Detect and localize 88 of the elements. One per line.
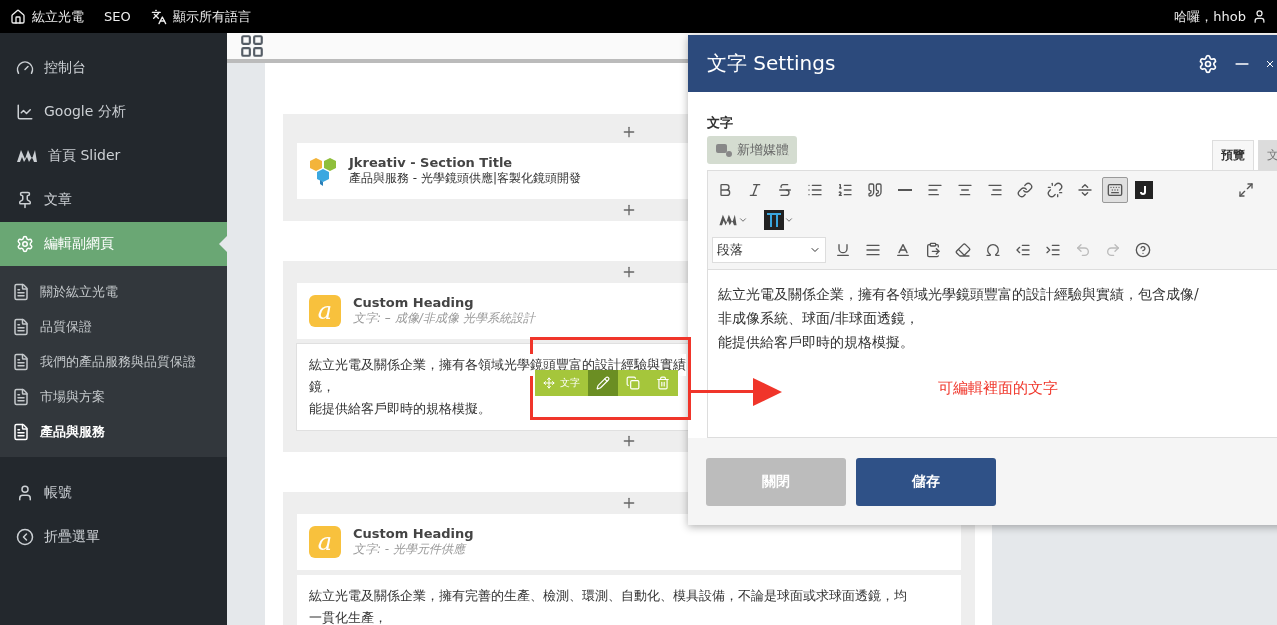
add-media-button[interactable]: 新增媒體 bbox=[707, 136, 797, 164]
toolbar-toggle-button[interactable] bbox=[1102, 177, 1128, 203]
sidebar-item[interactable]: 首頁 Slider bbox=[0, 134, 227, 178]
keyboard-icon bbox=[1107, 182, 1123, 198]
site-link[interactable]: 紘立光電 bbox=[10, 7, 84, 26]
save-button[interactable]: 儲存 bbox=[856, 457, 996, 506]
add-icon[interactable] bbox=[621, 264, 637, 280]
submenu-item[interactable]: 市場與方案 bbox=[0, 379, 227, 414]
sidebar-item[interactable]: 文章 bbox=[0, 178, 227, 222]
bullet-list-icon bbox=[807, 182, 823, 198]
format-select[interactable]: 段落 bbox=[712, 237, 826, 263]
bold-icon bbox=[717, 182, 733, 198]
strikethrough-icon bbox=[777, 182, 793, 198]
m-logo-icon bbox=[16, 149, 38, 163]
justify-icon bbox=[865, 242, 881, 258]
heading-logo: a bbox=[309, 295, 341, 327]
text-color-icon bbox=[895, 242, 911, 258]
italic-icon bbox=[747, 182, 763, 198]
align-center-icon bbox=[957, 182, 973, 198]
sidebar-item[interactable]: Google 分析 bbox=[0, 90, 227, 134]
eraser-icon bbox=[955, 242, 971, 258]
layout-icon[interactable] bbox=[239, 33, 265, 59]
indent-icon bbox=[1045, 242, 1061, 258]
help-icon bbox=[1135, 242, 1151, 258]
rich-text-editor[interactable]: 段落 紘立光電及關係企業，擁有各領域光學鏡頭豐富的設計經驗與實績，包含成像/ 非成像系統、球面/非球面透鏡， 能提供給客戶即時的規格模擬。 可編輯裡面的文字 bbox=[707, 170, 1277, 438]
cube-logo-icon bbox=[309, 155, 337, 187]
editor-text-line: 非成像系統、球面/非球面透鏡， bbox=[718, 309, 919, 328]
expand-icon bbox=[1238, 182, 1254, 198]
sidebar-item[interactable]: 帳號 bbox=[0, 471, 227, 515]
page-icon bbox=[12, 282, 30, 301]
media-icon bbox=[715, 142, 733, 158]
page-icon bbox=[12, 422, 30, 441]
edit-button[interactable] bbox=[588, 370, 618, 396]
undo-icon bbox=[1075, 242, 1091, 258]
element-name: Jkreativ - Section Title bbox=[349, 155, 514, 170]
element-subtitle: 文字: – 成像/非成像 光學系統設計 bbox=[353, 310, 535, 327]
text-element-card[interactable]: 紘立光電及關係企業，擁有完善的生產、檢測、環測、自動化、模具設備，不論是球面或求球面透鏡，均 一貫化生產， bbox=[297, 575, 961, 625]
redo-icon bbox=[1105, 242, 1121, 258]
read-more-icon bbox=[1077, 182, 1093, 198]
add-icon[interactable] bbox=[621, 202, 637, 218]
seo-link[interactable]: SEO bbox=[104, 9, 131, 24]
element-subtitle: 產品與服務 - 光學鏡頭供應|客製化鏡頭開發 bbox=[349, 170, 581, 187]
j-icon[interactable] bbox=[1135, 181, 1153, 199]
submenu-item[interactable]: 品質保證 bbox=[0, 309, 227, 344]
omega-icon bbox=[985, 242, 1001, 258]
pencil-icon bbox=[596, 376, 610, 390]
numbered-list-icon bbox=[837, 182, 853, 198]
heading-logo: a bbox=[309, 526, 341, 558]
translate-icon bbox=[150, 8, 167, 25]
outdent-icon bbox=[1015, 242, 1031, 258]
horizontal-line-icon bbox=[898, 189, 912, 191]
submenu-item[interactable]: 我們的產品服務與品質保證 bbox=[0, 344, 227, 379]
home-icon bbox=[10, 8, 26, 25]
element-subtitle: 文字: - 光學元件供應 bbox=[353, 541, 468, 558]
sidebar-item[interactable]: 折疊選單 bbox=[0, 515, 227, 559]
page-icon bbox=[12, 352, 30, 371]
link-icon bbox=[1017, 182, 1033, 198]
languages-link[interactable]: 顯示所有語言 bbox=[150, 7, 251, 26]
submenu-item[interactable]: 關於紘立光電 bbox=[0, 274, 227, 309]
field-label: 文字 bbox=[707, 114, 734, 132]
page-icon bbox=[12, 317, 30, 336]
dialog-title: 文字 Settings bbox=[707, 50, 836, 77]
element-name: Custom Heading bbox=[353, 526, 474, 541]
m-logo-icon bbox=[718, 214, 738, 226]
caret-icon bbox=[738, 215, 748, 225]
page-icon bbox=[12, 387, 30, 406]
settings-icon[interactable] bbox=[1198, 53, 1218, 74]
underline-icon bbox=[835, 242, 851, 258]
add-icon[interactable] bbox=[621, 124, 637, 140]
account-link[interactable]: 哈囉，hhob bbox=[1174, 7, 1267, 26]
editor-tab[interactable]: 預覽 bbox=[1212, 140, 1254, 170]
quote-icon bbox=[867, 182, 883, 198]
caret-icon bbox=[784, 215, 794, 225]
move-icon bbox=[543, 377, 555, 389]
submenu-item[interactable]: 產品與服務 bbox=[0, 414, 227, 449]
user-icon bbox=[1252, 9, 1267, 24]
align-right-icon bbox=[987, 182, 1003, 198]
copy-icon bbox=[626, 376, 640, 390]
paste-icon bbox=[925, 242, 941, 258]
element-name: Custom Heading bbox=[353, 295, 475, 310]
sidebar-item[interactable]: 控制台 bbox=[0, 46, 227, 90]
add-icon[interactable] bbox=[621, 433, 637, 449]
add-icon[interactable] bbox=[621, 495, 637, 511]
align-left-icon bbox=[927, 182, 943, 198]
t-logo-icon bbox=[764, 210, 784, 230]
trash-icon bbox=[656, 376, 670, 390]
unlink-icon bbox=[1047, 182, 1063, 198]
element-card[interactable]: a Custom Heading 文字: - 光學元件供應 bbox=[297, 514, 961, 570]
